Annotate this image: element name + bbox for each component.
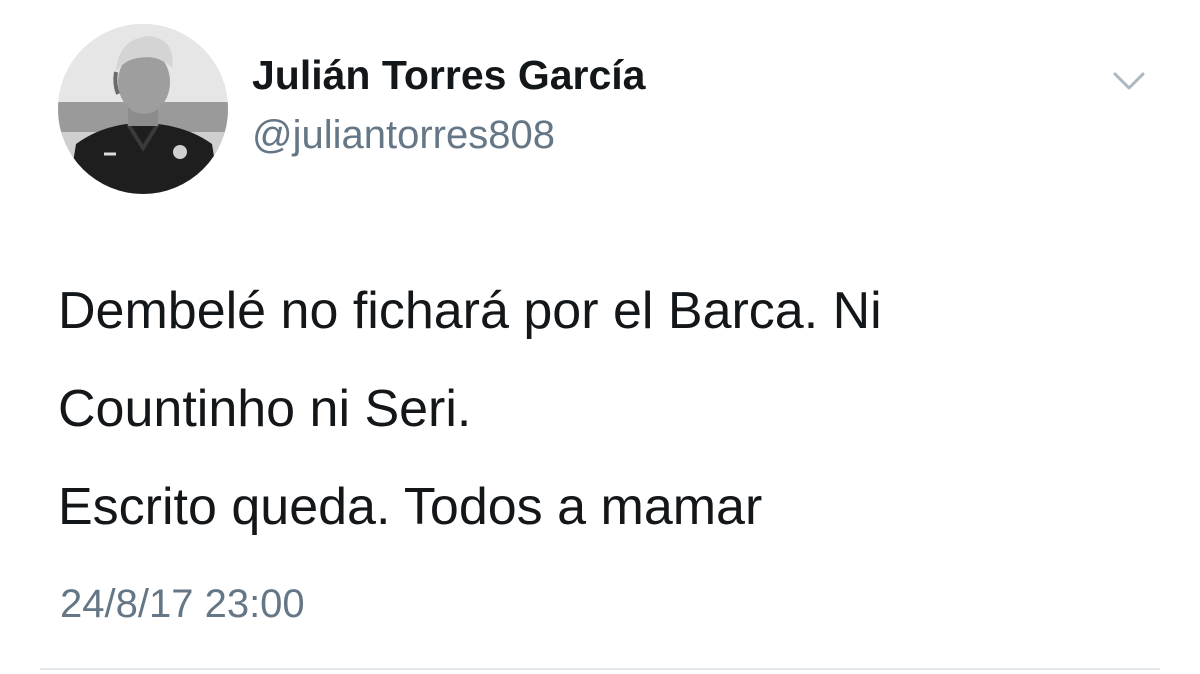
tweet-timestamp[interactable]: 24/8/17 23:00 (60, 582, 305, 627)
chevron-down-icon (1113, 72, 1145, 90)
author-display-name[interactable]: Julián Torres García (252, 52, 645, 99)
divider (40, 668, 1160, 670)
tweet-options-button[interactable] (1108, 64, 1150, 98)
tweet-text-line: Dembelé no fichará por el Barca. Ni (58, 282, 882, 340)
author-handle[interactable]: @juliantorres808 (252, 113, 555, 158)
tweet-text: Dembelé no fichará por el Barca. Ni Coun… (58, 262, 1168, 556)
tweet-text-line: Escrito queda. Todos a mamar (58, 478, 763, 536)
tweet-card: Julián Torres García @juliantorres808 De… (0, 0, 1200, 674)
avatar-photo-icon (58, 24, 228, 194)
tweet-text-line: Countinho ni Seri. (58, 380, 472, 438)
author-avatar[interactable] (58, 24, 228, 194)
